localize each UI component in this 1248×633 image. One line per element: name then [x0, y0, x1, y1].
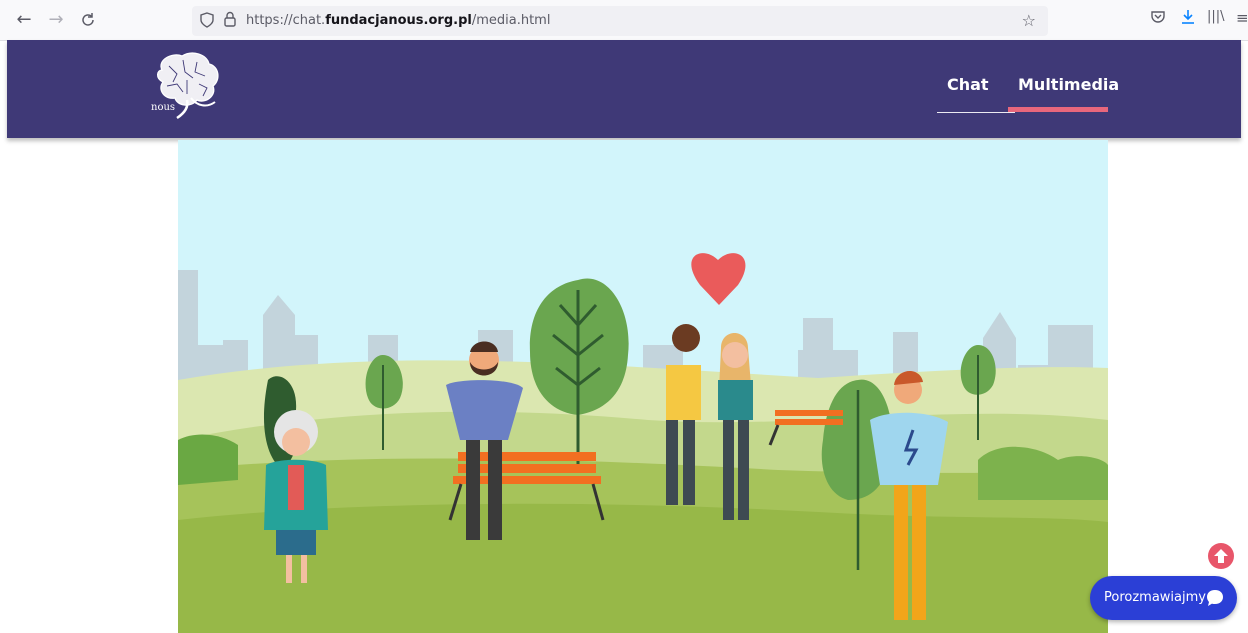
scroll-to-top-button[interactable]	[1208, 543, 1234, 569]
download-icon[interactable]	[1180, 9, 1196, 29]
url-text[interactable]: https://chat.fundacjanous.org.pl/media.h…	[246, 13, 550, 28]
video-player[interactable]	[178, 140, 1108, 633]
reload-icon[interactable]	[76, 8, 100, 32]
site-header: nous Chat Multimedia	[7, 40, 1241, 138]
bookmark-star-icon[interactable]: ☆	[1022, 11, 1036, 30]
nav-chat-link[interactable]: Chat	[947, 75, 989, 94]
pocket-icon[interactable]	[1150, 9, 1166, 29]
browser-toolbar: ← → https://chat.fundacjanous.org.pl/med…	[0, 0, 1248, 41]
library-icon[interactable]: |||\	[1207, 9, 1225, 24]
lock-icon[interactable]	[224, 11, 236, 31]
park-illustration	[178, 140, 1108, 633]
url-domain: fundacjanous.org.pl	[325, 13, 472, 28]
active-nav-indicator	[1008, 107, 1108, 112]
address-bar[interactable]: https://chat.fundacjanous.org.pl/media.h…	[192, 6, 1048, 36]
back-arrow-icon[interactable]: ←	[12, 8, 36, 32]
menu-icon[interactable]: ≡	[1236, 9, 1248, 27]
nav-divider-line	[937, 112, 1015, 113]
url-path: /media.html	[471, 13, 551, 28]
nav-multimedia-link[interactable]: Multimedia	[1018, 75, 1119, 94]
logo-text: nous	[151, 102, 176, 113]
tracking-shield-icon[interactable]	[200, 12, 214, 32]
chat-launcher-button[interactable]: Porozmawiajmy	[1090, 576, 1237, 620]
chat-launcher-label: Porozmawiajmy	[1104, 590, 1206, 605]
url-prefix: https://chat.	[246, 13, 326, 28]
forward-arrow-icon[interactable]: →	[44, 8, 68, 32]
chat-bubble-icon	[1207, 590, 1223, 606]
arrow-up-icon	[1214, 549, 1228, 563]
